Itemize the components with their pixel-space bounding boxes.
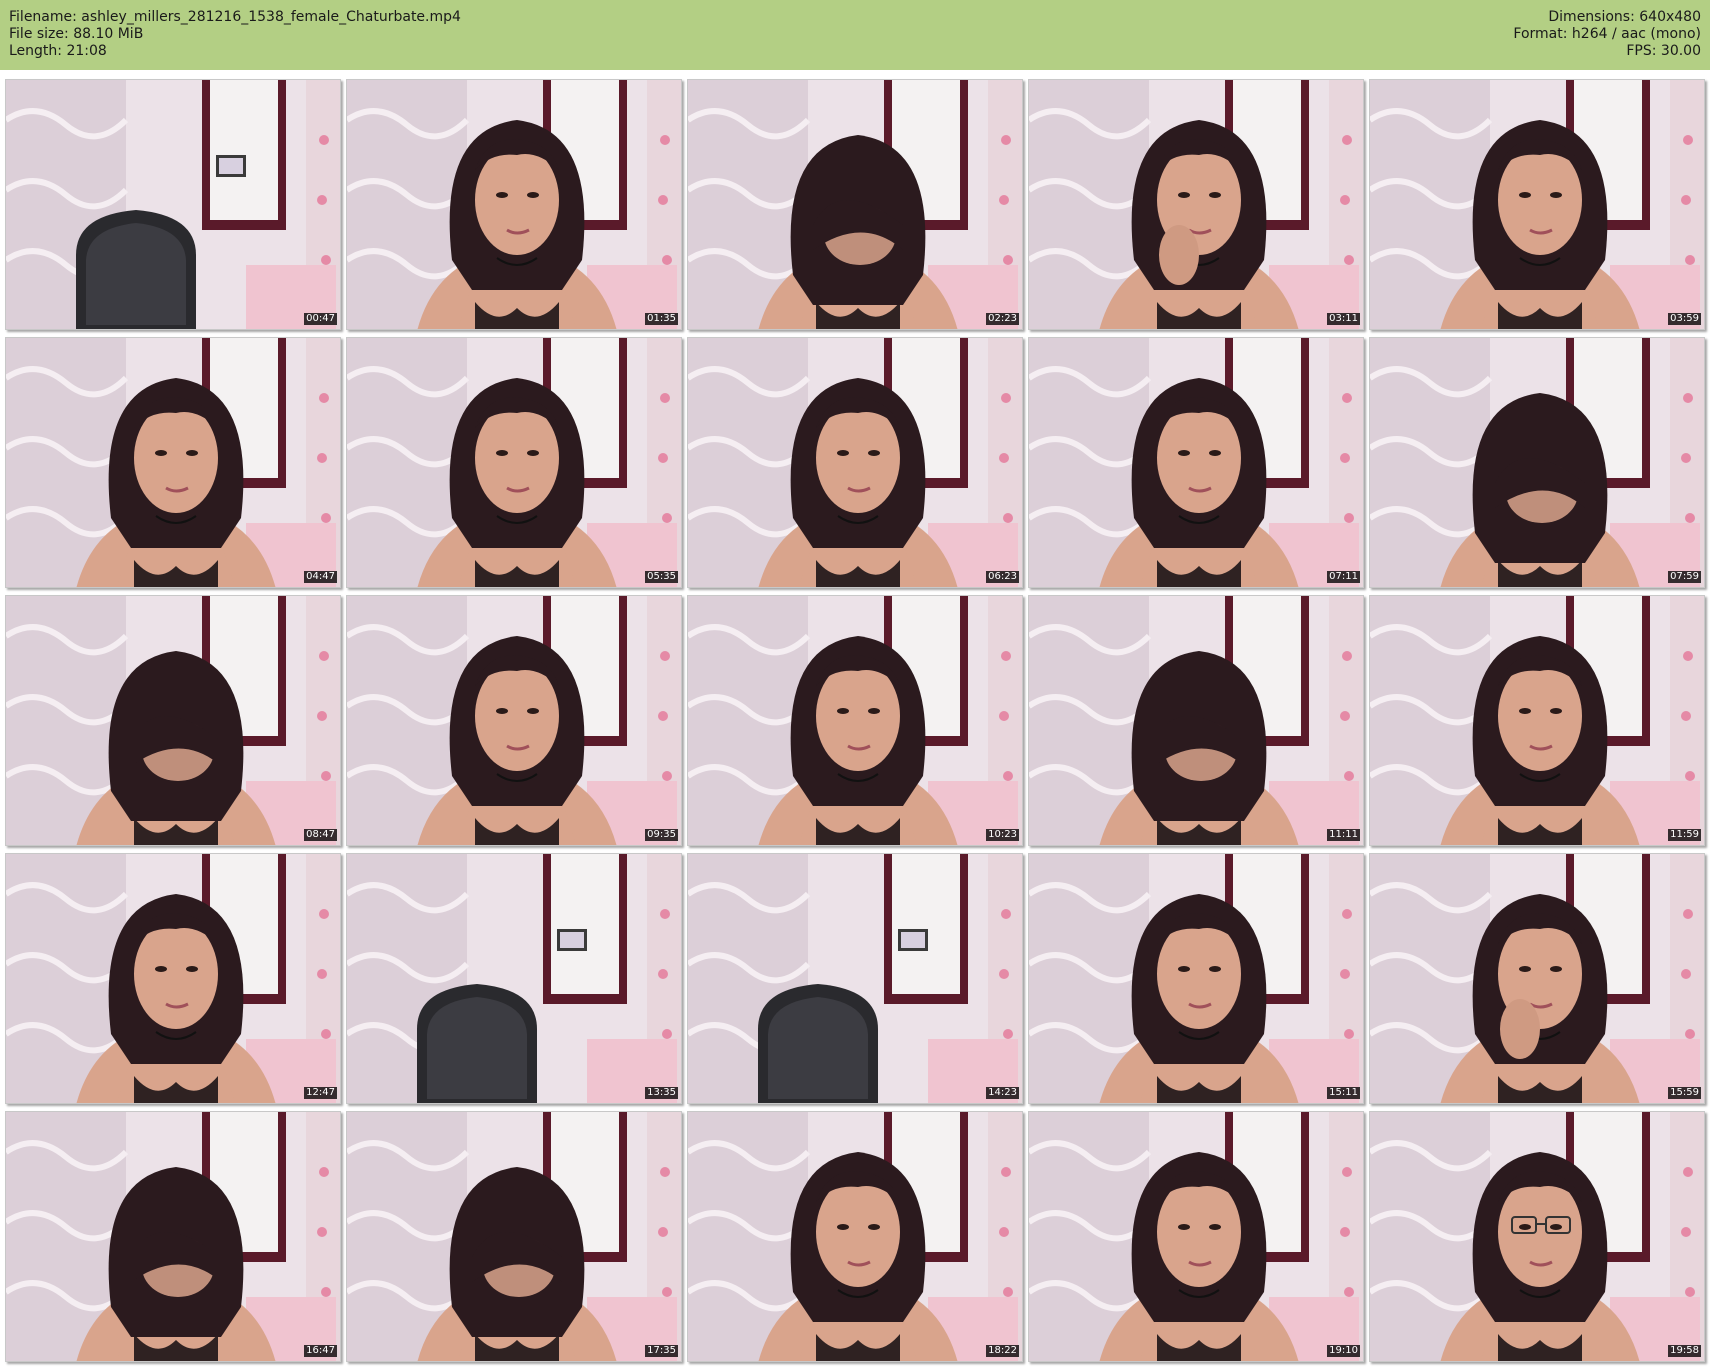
video-frame-thumbnail: 15:11 [1028, 853, 1364, 1104]
video-frame-thumbnail: 00:47 [5, 79, 341, 330]
frame-timestamp: 11:59 [1668, 829, 1701, 841]
frame-timestamp: 19:10 [1327, 1345, 1360, 1357]
frame-image [1370, 80, 1704, 329]
video-frame-thumbnail: 08:47 [5, 595, 341, 846]
frame-timestamp: 14:23 [986, 1087, 1019, 1099]
video-frame-thumbnail: 02:23 [687, 79, 1023, 330]
frame-image [688, 854, 1022, 1103]
filename-text: Filename: ashley_millers_281216_1538_fem… [9, 9, 461, 25]
frame-timestamp: 07:59 [1668, 571, 1701, 583]
video-frame-thumbnail: 19:10 [1028, 1111, 1364, 1362]
frame-timestamp: 00:47 [304, 313, 337, 325]
video-frame-thumbnail: 03:11 [1028, 79, 1364, 330]
length-text: Length: 21:08 [9, 43, 107, 59]
frame-image [347, 80, 681, 329]
frame-timestamp: 01:35 [645, 313, 678, 325]
video-frame-thumbnail: 11:11 [1028, 595, 1364, 846]
frame-timestamp: 05:35 [645, 571, 678, 583]
frame-image [1370, 854, 1704, 1103]
video-frame-thumbnail: 17:35 [346, 1111, 682, 1362]
frame-timestamp: 13:35 [645, 1087, 678, 1099]
frame-image [1370, 596, 1704, 845]
frame-image [688, 338, 1022, 587]
frame-image [6, 1112, 340, 1361]
video-frame-thumbnail: 06:23 [687, 337, 1023, 588]
video-frame-thumbnail: 19:58 [1369, 1111, 1705, 1362]
video-frame-thumbnail: 11:59 [1369, 595, 1705, 846]
frame-image [6, 80, 340, 329]
frame-timestamp: 15:11 [1327, 1087, 1360, 1099]
frame-timestamp: 03:59 [1668, 313, 1701, 325]
video-frame-thumbnail: 10:23 [687, 595, 1023, 846]
frame-image [1370, 338, 1704, 587]
video-frame-thumbnail: 03:59 [1369, 79, 1705, 330]
video-frame-thumbnail: 07:59 [1369, 337, 1705, 588]
video-frame-thumbnail: 16:47 [5, 1111, 341, 1362]
frame-image [1029, 80, 1363, 329]
frame-timestamp: 18:22 [986, 1345, 1019, 1357]
frame-image [6, 596, 340, 845]
frame-image [6, 854, 340, 1103]
video-frame-thumbnail: 13:35 [346, 853, 682, 1104]
video-frame-thumbnail: 01:35 [346, 79, 682, 330]
frame-timestamp: 10:23 [986, 829, 1019, 841]
frame-timestamp: 11:11 [1327, 829, 1360, 841]
frame-timestamp: 04:47 [304, 571, 337, 583]
frame-timestamp: 19:58 [1668, 1345, 1701, 1357]
frame-image [347, 596, 681, 845]
frame-image [1029, 338, 1363, 587]
frame-image [347, 338, 681, 587]
frame-timestamp: 09:35 [645, 829, 678, 841]
frame-timestamp: 12:47 [304, 1087, 337, 1099]
media-info: Dimensions: 640x480 Format: h264 / aac (… [1513, 9, 1701, 60]
frame-timestamp: 08:47 [304, 829, 337, 841]
frame-image [6, 338, 340, 587]
file-info: Filename: ashley_millers_281216_1538_fem… [9, 9, 461, 60]
frame-image [347, 1112, 681, 1361]
thumbnail-grid: 00:47 01:35 02:23 03:11 03:59 04:47 05:3… [5, 79, 1705, 1365]
frame-image [1370, 1112, 1704, 1361]
dimensions-text: Dimensions: 640x480 [1548, 9, 1701, 25]
format-text: Format: h264 / aac (mono) [1513, 26, 1701, 42]
frame-timestamp: 07:11 [1327, 571, 1360, 583]
frame-timestamp: 02:23 [986, 313, 1019, 325]
video-frame-thumbnail: 09:35 [346, 595, 682, 846]
frame-timestamp: 15:59 [1668, 1087, 1701, 1099]
frame-image [688, 80, 1022, 329]
frame-timestamp: 06:23 [986, 571, 1019, 583]
frame-image [688, 596, 1022, 845]
frame-timestamp: 03:11 [1327, 313, 1360, 325]
fps-text: FPS: 30.00 [1626, 43, 1701, 59]
frame-image [1029, 596, 1363, 845]
video-frame-thumbnail: 15:59 [1369, 853, 1705, 1104]
frame-image [1029, 1112, 1363, 1361]
video-frame-thumbnail: 07:11 [1028, 337, 1364, 588]
info-header: Filename: ashley_millers_281216_1538_fem… [0, 0, 1710, 70]
video-frame-thumbnail: 04:47 [5, 337, 341, 588]
frame-timestamp: 17:35 [645, 1345, 678, 1357]
frame-timestamp: 16:47 [304, 1345, 337, 1357]
filesize-text: File size: 88.10 MiB [9, 26, 144, 42]
video-frame-thumbnail: 18:22 [687, 1111, 1023, 1362]
video-frame-thumbnail: 05:35 [346, 337, 682, 588]
frame-image [347, 854, 681, 1103]
video-frame-thumbnail: 14:23 [687, 853, 1023, 1104]
frame-image [688, 1112, 1022, 1361]
frame-image [1029, 854, 1363, 1103]
video-frame-thumbnail: 12:47 [5, 853, 341, 1104]
